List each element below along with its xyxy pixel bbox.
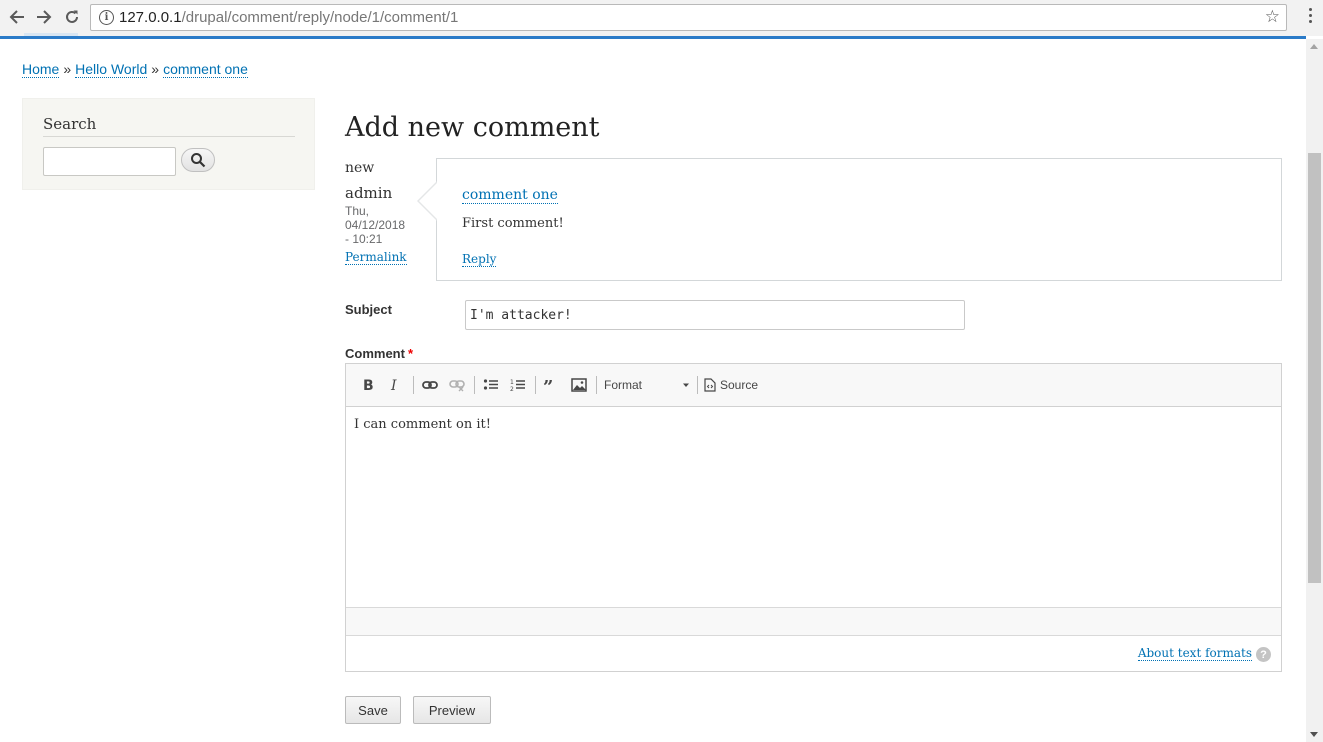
chevron-down-icon [683, 383, 689, 387]
numbered-list-icon[interactable]: 12 [508, 374, 528, 396]
search-block: Search [22, 98, 315, 190]
page-scrollbar[interactable] [1306, 39, 1323, 742]
browser-toolbar: i 127.0.0.1/drupal/comment/reply/node/1/… [0, 0, 1323, 36]
comment-textarea[interactable]: I can comment on it! [346, 407, 1281, 607]
toolbar-separator [596, 376, 597, 394]
svg-text:1: 1 [510, 379, 514, 386]
comment-author: admin [345, 184, 393, 202]
format-dropdown-label: Format [604, 378, 643, 392]
toolbar-separator [697, 376, 698, 394]
url-text[interactable]: 127.0.0.1/drupal/comment/reply/node/1/co… [119, 9, 458, 26]
divider [43, 136, 295, 137]
browser-menu-icon[interactable] [1307, 8, 1313, 23]
italic-icon[interactable]: I [386, 374, 404, 396]
breadcrumb-separator: » [63, 61, 72, 77]
scroll-down-arrow-icon[interactable] [1310, 732, 1318, 737]
unlink-icon[interactable] [447, 374, 467, 396]
search-icon [191, 153, 206, 168]
comment-box: comment one First comment! Reply [417, 158, 1282, 281]
save-button[interactable]: Save [345, 696, 401, 724]
search-input[interactable] [43, 147, 176, 176]
breadcrumb-home[interactable]: Home [22, 61, 60, 78]
permalink-link[interactable]: Permalink [345, 250, 407, 265]
toolbar-separator [413, 376, 414, 394]
svg-text:I: I [390, 378, 397, 392]
scrollbar-thumb[interactable] [1308, 153, 1321, 583]
comment-label: Comment * [345, 346, 413, 361]
comment-date: Thu, 04/12/2018 - 10:21 [345, 204, 406, 246]
editor-status-bar [346, 607, 1281, 636]
bookmark-star-icon[interactable]: ☆ [1265, 7, 1280, 27]
reload-icon[interactable] [62, 7, 82, 27]
bulleted-list-icon[interactable] [481, 374, 501, 396]
editor-toolbar: B I 12 ” Format Source [346, 364, 1281, 407]
url-path: /drupal/comment/reply/node/1/comment/1 [181, 9, 459, 26]
svg-text:B: B [363, 378, 374, 392]
breadcrumb-hello-world[interactable]: Hello World [75, 61, 148, 78]
scroll-up-arrow-icon[interactable] [1310, 44, 1318, 49]
svg-text:2: 2 [510, 386, 514, 392]
image-icon[interactable] [569, 374, 589, 396]
back-arrow-icon[interactable] [7, 7, 27, 27]
svg-text:”: ” [543, 378, 553, 392]
comment-body: First comment! [462, 216, 564, 231]
toolbar-separator [535, 376, 536, 394]
address-bar[interactable]: i 127.0.0.1/drupal/comment/reply/node/1/… [90, 4, 1287, 31]
link-icon[interactable] [420, 374, 440, 396]
info-icon[interactable]: i [99, 10, 114, 25]
breadcrumb: Home» Hello World» comment one [22, 61, 248, 78]
blockquote-icon[interactable]: ” [541, 374, 561, 396]
search-block-title: Search [43, 115, 97, 133]
comment-label-text: Comment [345, 346, 405, 361]
about-text-formats-link[interactable]: About text formats [1137, 646, 1252, 661]
comment-title-link[interactable]: comment one [462, 187, 558, 204]
source-icon [704, 378, 716, 392]
text-format-wrapper: About text formats ? [346, 636, 1281, 672]
preview-button[interactable]: Preview [413, 696, 491, 724]
toolbar-accent-line [0, 33, 1306, 39]
format-dropdown[interactable]: Format [604, 374, 690, 396]
forward-arrow-icon[interactable] [34, 7, 54, 27]
search-button[interactable] [181, 148, 215, 172]
breadcrumb-comment-one[interactable]: comment one [163, 61, 248, 78]
page-title: Add new comment [345, 112, 600, 143]
new-marker: new [345, 160, 375, 176]
bold-icon[interactable]: B [360, 374, 378, 396]
reply-link[interactable]: Reply [462, 252, 497, 267]
comment-editor: B I 12 ” Format Source I can comment on … [345, 363, 1282, 672]
help-icon[interactable]: ? [1256, 647, 1271, 662]
comment-meta: new admin Thu, 04/12/2018 - 10:21 Permal… [345, 160, 425, 265]
url-host: 127.0.0.1 [119, 9, 182, 26]
subject-input[interactable] [465, 300, 965, 330]
source-label: Source [720, 378, 759, 392]
subject-label: Subject [345, 302, 392, 317]
required-marker: * [407, 346, 414, 361]
breadcrumb-separator: » [151, 61, 160, 77]
source-button[interactable]: Source [704, 374, 764, 396]
toolbar-separator [474, 376, 475, 394]
